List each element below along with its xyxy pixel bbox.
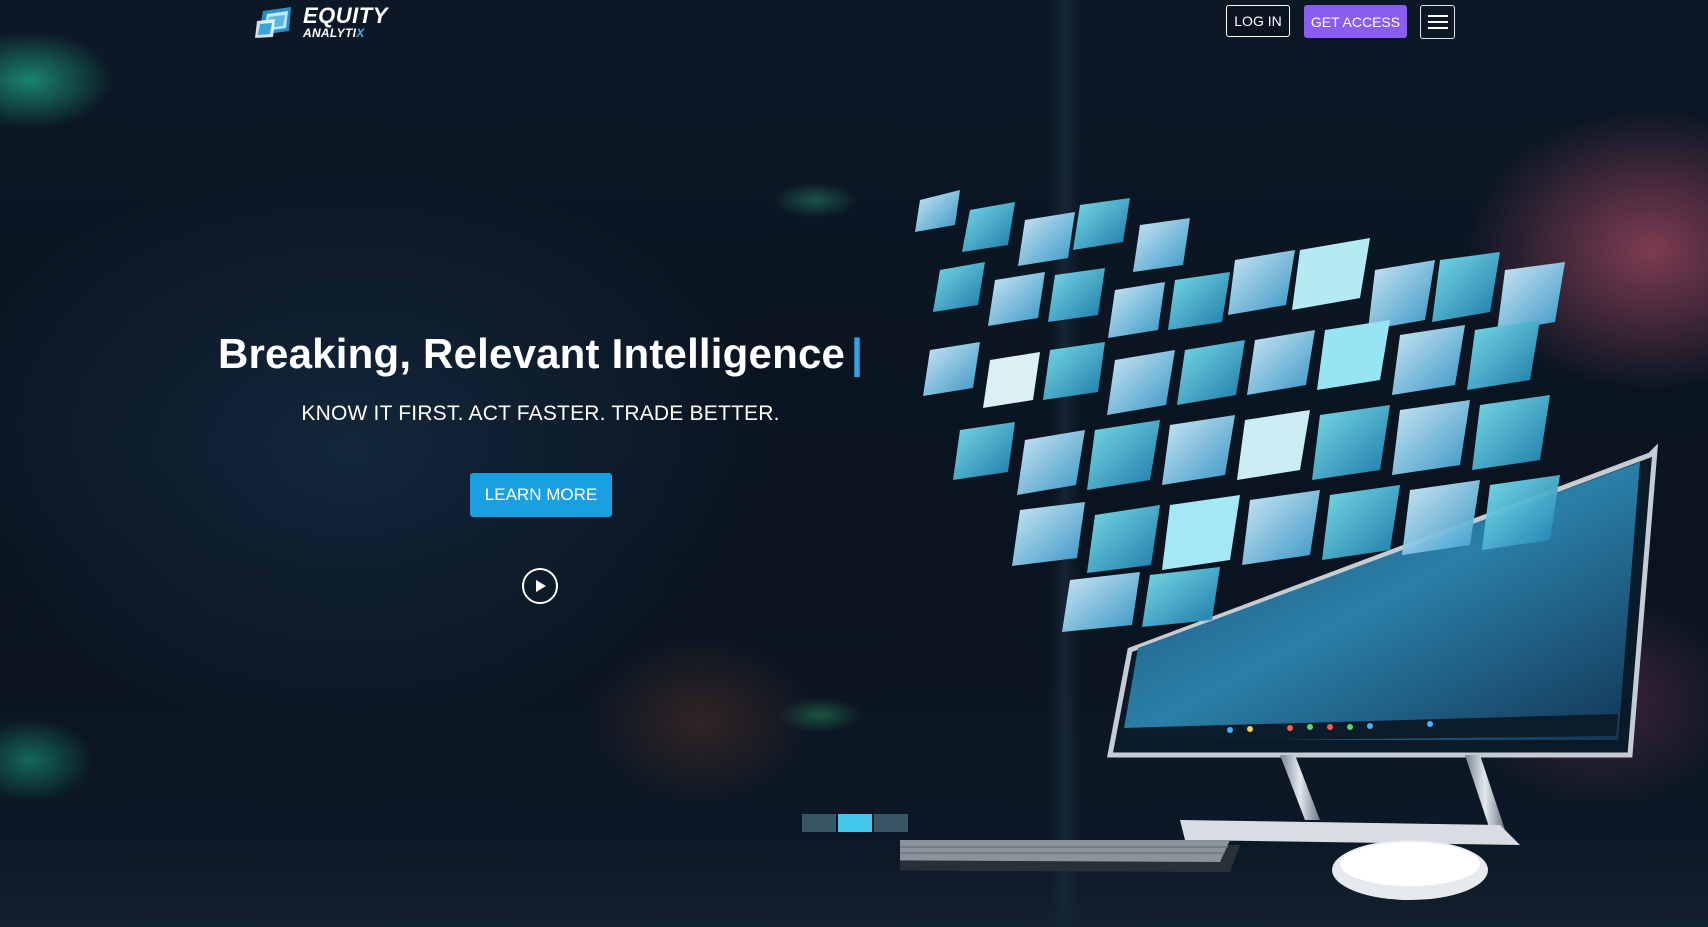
hero-monitor-illustration xyxy=(770,180,1670,905)
carousel-dot-1[interactable] xyxy=(802,814,836,832)
brand-name-line2-text: ANALYTI xyxy=(303,26,357,40)
brand-logo[interactable]: EQUITY ANALYTIX xyxy=(255,4,388,40)
brand-name-line2: ANALYTIX xyxy=(303,27,388,39)
play-video-button[interactable] xyxy=(522,568,558,604)
menu-button[interactable] xyxy=(1420,5,1455,39)
brand-name-line2-suffix: X xyxy=(356,26,365,40)
login-button[interactable]: LOG IN xyxy=(1226,5,1290,37)
play-icon xyxy=(536,580,546,592)
logo-mark-icon xyxy=(255,5,299,39)
typing-cursor: | xyxy=(851,330,864,377)
learn-more-button[interactable]: LEARN MORE xyxy=(470,473,612,517)
brand-wordmark: EQUITY ANALYTIX xyxy=(303,3,388,40)
hero-title-text: Breaking, Relevant Intelligence xyxy=(217,330,846,377)
carousel-indicators xyxy=(802,814,908,832)
get-access-button[interactable]: GET ACCESS xyxy=(1304,5,1407,38)
hamburger-icon xyxy=(1427,15,1448,29)
brand-name-line1: EQUITY xyxy=(303,3,388,28)
carousel-dot-2[interactable] xyxy=(838,814,872,832)
